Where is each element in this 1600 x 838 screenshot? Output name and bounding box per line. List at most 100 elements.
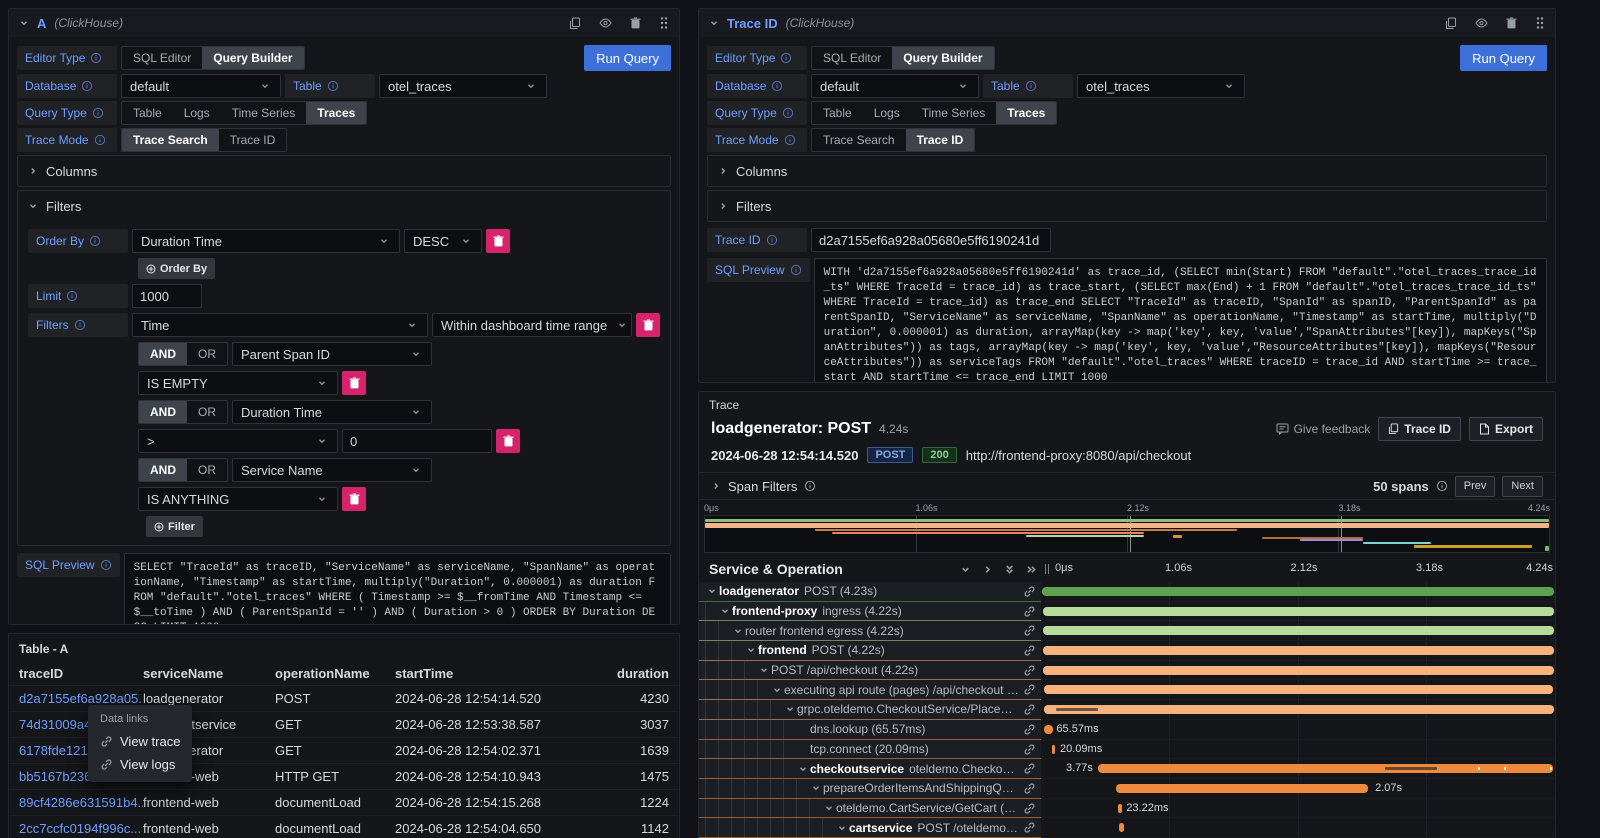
trace-id-copy-button[interactable]: Trace ID xyxy=(1378,417,1461,441)
columns-section-header[interactable]: Columns xyxy=(718,156,1536,186)
drag-handle-icon[interactable] xyxy=(659,16,669,30)
chevron-down-icon[interactable] xyxy=(772,685,782,695)
remove-filter-button[interactable] xyxy=(496,429,520,453)
span-bar[interactable] xyxy=(1044,725,1053,734)
span-track[interactable]: 3.77s xyxy=(1041,759,1555,779)
sql-preview-code[interactable]: WITH 'd2a7155ef6a928a05680e5ff6190241d' … xyxy=(814,258,1547,383)
chevron-down-icon[interactable] xyxy=(785,704,795,714)
collapse-chevron-icon[interactable] xyxy=(709,18,719,28)
info-icon[interactable] xyxy=(780,52,792,64)
sql-editor-option[interactable]: SQL Editor xyxy=(122,47,202,69)
span-bar[interactable] xyxy=(1042,587,1554,596)
span-bar[interactable] xyxy=(1043,666,1554,675)
column-header-traceid[interactable]: traceID xyxy=(19,666,143,681)
filter-time-operator-select[interactable]: Within dashboard time range xyxy=(432,313,632,337)
span-bar[interactable] xyxy=(1043,646,1554,655)
span-bar[interactable] xyxy=(1043,607,1554,616)
span-track[interactable] xyxy=(1041,680,1555,700)
span-link-icon[interactable] xyxy=(1023,703,1036,716)
info-icon[interactable] xyxy=(100,559,112,571)
database-select[interactable]: default xyxy=(121,74,281,98)
chevron-down-icon[interactable] xyxy=(720,606,730,616)
info-icon[interactable] xyxy=(327,80,339,92)
query-builder-option[interactable]: Query Builder xyxy=(892,47,993,69)
chevron-down-icon[interactable] xyxy=(759,665,769,675)
span-bar[interactable] xyxy=(1044,705,1554,714)
info-icon[interactable] xyxy=(771,80,783,92)
filter-field-select[interactable]: Service Name xyxy=(232,458,432,482)
query-type-timeseries[interactable]: Time Series xyxy=(221,102,307,124)
query-type-table[interactable]: Table xyxy=(812,102,863,124)
span-link-icon[interactable] xyxy=(1023,821,1036,834)
column-resize-handle[interactable] xyxy=(1041,564,1053,574)
info-icon[interactable] xyxy=(81,80,93,92)
filter-field-select[interactable]: Parent Span ID xyxy=(232,342,432,366)
span-bar[interactable] xyxy=(1116,784,1368,793)
view-trace-link[interactable]: View trace xyxy=(100,730,180,753)
trace-mode-search[interactable]: Trace Search xyxy=(812,129,906,151)
hide-query-icon[interactable] xyxy=(1475,18,1488,28)
trace-id-link[interactable]: d2a7155ef6a928a05... xyxy=(19,691,143,706)
span-track[interactable] xyxy=(1041,582,1555,602)
and-option[interactable]: AND xyxy=(139,343,187,365)
run-query-button[interactable]: Run Query xyxy=(1460,45,1547,71)
filters-section-header[interactable]: Filters xyxy=(28,191,660,221)
chevron-down-icon[interactable] xyxy=(746,645,756,655)
span-track[interactable]: 65.57ms xyxy=(1041,720,1555,740)
trace-minimap[interactable] xyxy=(704,515,1550,553)
filter-operator-select[interactable]: IS ANYTHING xyxy=(138,487,338,511)
span-track[interactable] xyxy=(1041,641,1555,661)
trace-id-link[interactable]: 89cf4286e631591b4... xyxy=(19,795,143,810)
columns-section-header[interactable]: Columns xyxy=(28,156,660,186)
info-icon[interactable] xyxy=(94,134,106,146)
span-link-icon[interactable] xyxy=(1023,664,1036,677)
span-track[interactable] xyxy=(1041,661,1555,681)
filter-field-select[interactable]: Duration Time xyxy=(232,400,432,424)
trace-mode-id[interactable]: Trace ID xyxy=(906,129,975,151)
query-builder-option[interactable]: Query Builder xyxy=(202,47,303,69)
query-type-traces[interactable]: Traces xyxy=(996,102,1056,124)
span-label[interactable]: frontend POST (4.22s) xyxy=(699,641,1041,661)
column-header-servicename[interactable]: serviceName xyxy=(143,666,275,681)
or-option[interactable]: OR xyxy=(187,401,227,423)
remove-order-by-button[interactable] xyxy=(486,229,510,253)
span-track[interactable] xyxy=(1041,602,1555,622)
export-button[interactable]: Export xyxy=(1469,417,1543,441)
span-track[interactable] xyxy=(1041,700,1555,720)
span-label[interactable]: dns.lookup (65.57ms) xyxy=(699,720,1041,740)
column-header-duration[interactable]: duration xyxy=(567,666,669,681)
span-bar[interactable] xyxy=(1052,745,1055,754)
query-ref-letter[interactable]: A xyxy=(37,16,46,31)
table-select[interactable]: otel_traces xyxy=(1077,74,1245,98)
span-link-icon[interactable] xyxy=(1023,683,1036,696)
info-icon[interactable] xyxy=(782,107,794,119)
span-link-icon[interactable] xyxy=(1023,644,1036,657)
span-label[interactable]: checkoutservice oteldemo.CheckoutService… xyxy=(699,759,1041,779)
chevron-down-icon[interactable] xyxy=(824,803,834,813)
or-option[interactable]: OR xyxy=(187,459,227,481)
span-label[interactable]: prepareOrderItemsAndShippingQuoteFromCar… xyxy=(699,779,1041,799)
span-track[interactable] xyxy=(1041,818,1555,838)
give-feedback-link[interactable]: Give feedback xyxy=(1276,422,1371,436)
span-bar[interactable] xyxy=(1119,823,1124,832)
info-icon[interactable] xyxy=(804,480,816,492)
span-link-icon[interactable] xyxy=(1023,782,1036,795)
span-label[interactable]: loadgenerator POST (4.23s) xyxy=(699,582,1041,602)
query-ref-name[interactable]: Trace ID xyxy=(727,16,778,31)
info-icon[interactable] xyxy=(766,234,778,246)
add-order-by-button[interactable]: Order By xyxy=(138,258,215,279)
span-label[interactable]: frontend-proxy ingress (4.22s) xyxy=(699,602,1041,622)
remove-filter-button[interactable] xyxy=(342,371,366,395)
prev-span-button[interactable]: Prev xyxy=(1455,476,1496,497)
info-icon[interactable] xyxy=(74,319,86,331)
span-link-icon[interactable] xyxy=(1023,624,1036,637)
or-option[interactable]: OR xyxy=(187,343,227,365)
trace-id-link[interactable]: 2cc7ccfc0194f996c... xyxy=(19,821,143,836)
chevron-down-icon[interactable] xyxy=(707,586,717,596)
span-bar[interactable] xyxy=(1098,764,1553,773)
chevron-right-icon[interactable] xyxy=(711,481,721,491)
span-track[interactable] xyxy=(1041,621,1555,641)
query-type-logs[interactable]: Logs xyxy=(863,102,911,124)
remove-filter-button[interactable] xyxy=(636,313,660,337)
query-type-logs[interactable]: Logs xyxy=(173,102,221,124)
